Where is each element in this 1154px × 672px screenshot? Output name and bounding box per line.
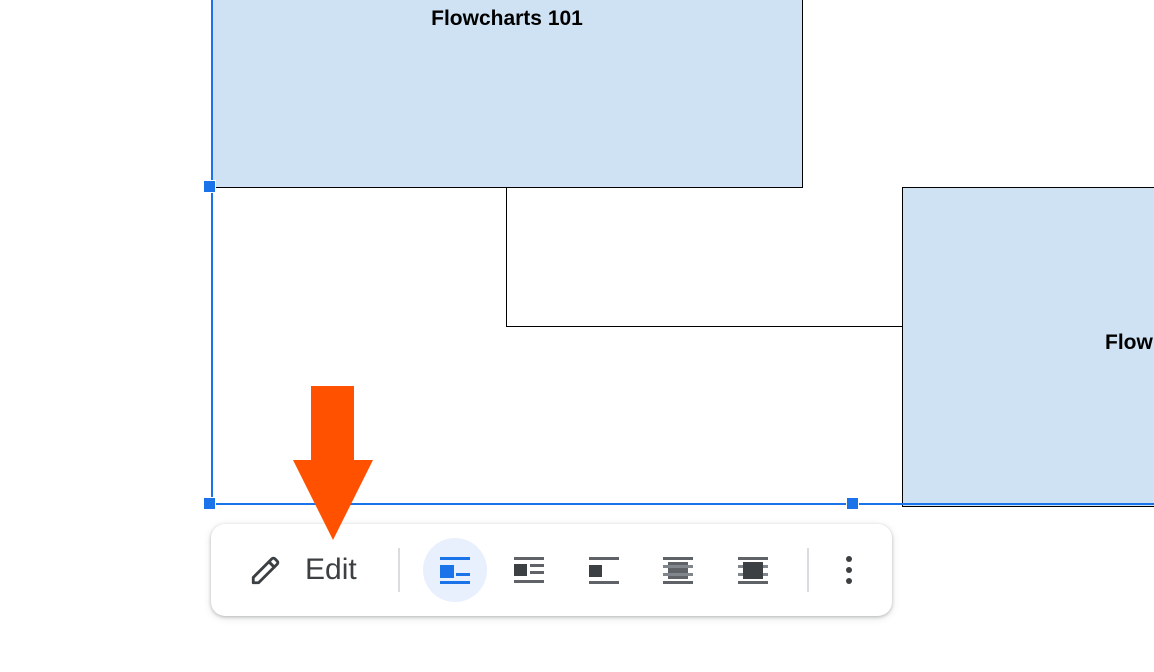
wrap-text-icon xyxy=(514,557,544,583)
connector-line-vertical xyxy=(506,187,507,327)
flowchart-box-top[interactable]: Flowcharts 101 xyxy=(211,0,803,188)
toolbar-divider xyxy=(807,548,809,592)
edit-label: Edit xyxy=(305,553,357,586)
inline-icon xyxy=(440,557,470,584)
resize-handle-bottom-left[interactable] xyxy=(203,497,216,510)
wrap-text-button[interactable] xyxy=(497,538,561,602)
document-canvas: Flowcharts 101 Flow Edit xyxy=(0,0,1154,672)
flowchart-box-label: Flow xyxy=(1105,331,1153,354)
more-options-button[interactable] xyxy=(825,542,873,598)
selection-border-left xyxy=(211,0,213,505)
inline-button[interactable] xyxy=(423,538,487,602)
connector-line-horizontal xyxy=(506,326,903,327)
flowchart-box-right[interactable]: Flow xyxy=(902,187,1154,507)
resize-handle-bottom-mid[interactable] xyxy=(846,497,859,510)
in-front-of-text-icon xyxy=(738,557,768,584)
toolbar-divider xyxy=(398,548,400,592)
in-front-of-text-button[interactable] xyxy=(721,538,785,602)
break-text-icon xyxy=(589,557,619,584)
flowchart-box-label: Flowcharts 101 xyxy=(431,7,583,30)
edit-button[interactable]: Edit xyxy=(241,538,381,602)
break-text-button[interactable] xyxy=(572,538,636,602)
more-vert-icon xyxy=(846,556,852,584)
behind-text-icon xyxy=(663,557,693,584)
down-arrow-icon xyxy=(293,386,373,540)
pencil-icon xyxy=(251,556,280,585)
resize-handle-mid-left[interactable] xyxy=(203,180,216,193)
behind-text-button[interactable] xyxy=(646,538,710,602)
